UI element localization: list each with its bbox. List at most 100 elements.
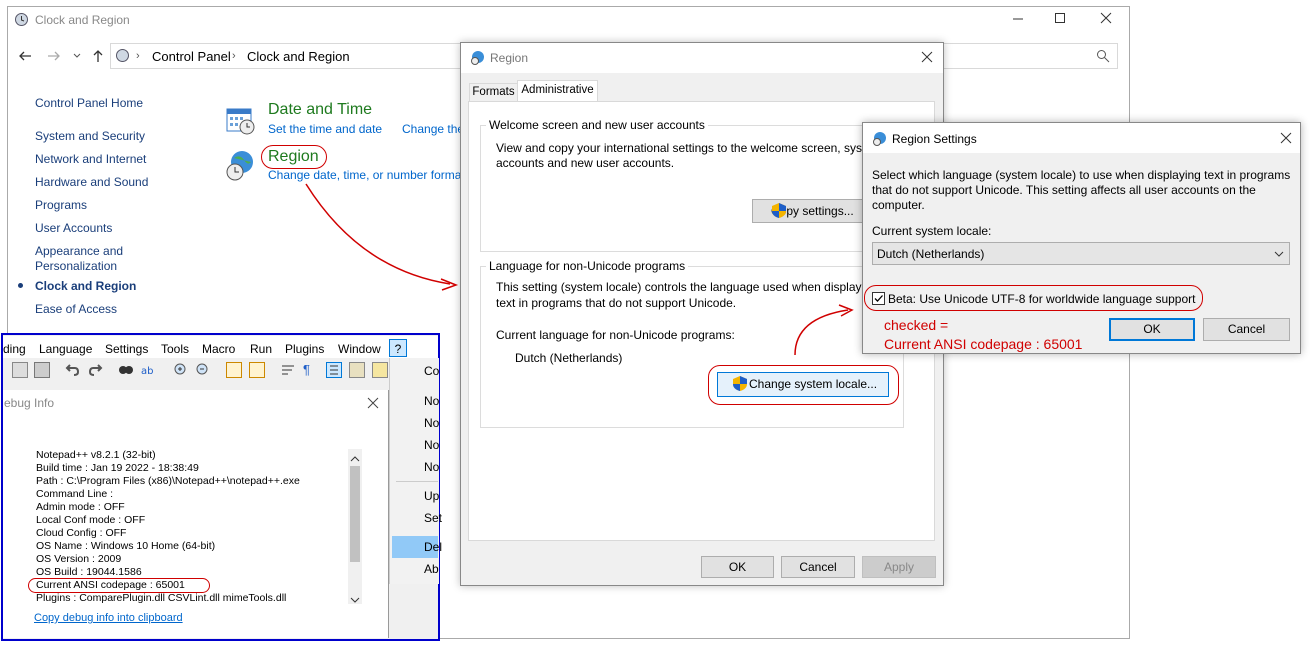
change-the-link[interactable]: Change the [402,122,464,136]
paste-icon[interactable] [34,362,50,378]
sidebar-active-bullet-icon [18,283,23,288]
breadcrumb-control-panel[interactable]: Control Panel [152,49,231,64]
breadcrumb-separator-icon: › [136,50,140,62]
control-panel-icon [14,12,29,27]
menu-macro[interactable]: Macro [202,342,235,356]
show-all-chars-icon[interactable]: ¶ [303,362,319,378]
svg-text:ab: ab [141,366,153,377]
calendar-clock-icon [224,104,256,139]
uac-shield-icon [772,203,786,221]
region-settings-close-icon[interactable] [1280,132,1292,147]
region-apply-button[interactable]: Apply [862,556,936,578]
scroll-thumb[interactable] [350,466,360,562]
copy-debug-info-link[interactable]: Copy debug info into clipboard [34,612,183,624]
tab-formats[interactable]: Formats [469,83,518,103]
word-wrap-icon[interactable] [280,362,296,378]
annotation-checked-text: checked = [884,317,949,333]
debug-line: Notepad++ v8.2.1 (32-bit) [36,449,156,461]
function-list-icon[interactable] [372,362,388,378]
indent-guide-icon[interactable] [326,362,342,378]
help-menu-item-4[interactable]: No [424,438,439,452]
copy-icon[interactable] [12,362,28,378]
window-title: Clock and Region [35,13,130,27]
help-menu-item-5[interactable]: No [424,460,439,474]
globe-clock-icon [224,148,258,185]
recent-chevron-icon[interactable] [72,50,82,64]
debug-line: OS Name : Windows 10 Home (64-bit) [36,540,216,552]
region-settings-ok-button[interactable]: OK [1109,318,1195,341]
debug-line: Plugins : ComparePlugin.dll CSVLint.dll … [36,592,287,604]
menu-help[interactable]: ? [389,339,407,357]
sync-h-icon[interactable] [249,362,265,378]
nonunicode-legend: Language for non-Unicode programs [486,259,689,273]
sidebar-item-clock-and-region[interactable]: Clock and Region [35,279,136,293]
help-menu-item-debug-info[interactable]: Del [424,540,442,554]
menu-tools[interactable]: Tools [161,342,189,356]
sidebar-item-appearance[interactable]: Appearance and Personalization [35,244,135,274]
region-titlebar [461,43,943,73]
current-language-value: Dutch (Netherlands) [515,351,623,365]
sidebar-item-system-and-security[interactable]: System and Security [35,129,145,143]
scroll-up-icon[interactable] [350,452,360,466]
doc-map-icon[interactable] [349,362,365,378]
region-settings-title: Region Settings [892,132,977,146]
help-menu-item-2[interactable]: No [424,394,439,408]
help-menu-item-7[interactable]: Set [424,511,442,525]
debug-line: Admin mode : OFF [36,501,125,513]
minimize-button[interactable] [1010,10,1026,26]
zoom-in-icon[interactable] [173,362,189,378]
region-settings-desc-3: computer. [872,198,925,212]
nonunicode-text-1: This setting (system locale) controls th… [496,280,871,294]
debug-line: OS Version : 2009 [36,553,122,565]
maximize-button[interactable] [1052,10,1068,26]
scroll-down-icon[interactable] [350,593,360,607]
locale-select[interactable]: Dutch (Netherlands) [872,242,1290,265]
debug-close-icon[interactable] [367,397,379,412]
sidebar-item-programs[interactable]: Programs [35,198,87,212]
region-ok-button[interactable]: OK [701,556,774,578]
zoom-out-icon[interactable] [195,362,211,378]
codepage-annotation-circle [28,578,210,593]
region-settings-desc-2: that do not support Unicode. This settin… [872,183,1256,197]
help-menu-item-1[interactable]: Co [424,364,439,378]
sidebar-control-panel-home[interactable]: Control Panel Home [35,96,143,110]
region-cancel-button[interactable]: Cancel [781,556,855,578]
tab-administrative[interactable]: Administrative [517,80,598,103]
sidebar-item-hardware-and-sound[interactable]: Hardware and Sound [35,175,148,189]
redo-icon[interactable] [88,362,104,378]
sync-v-icon[interactable] [226,362,242,378]
copy-settings-button[interactable]: Copy settings... [752,199,864,223]
menu-language[interactable]: Language [39,342,92,356]
date-and-time-heading[interactable]: Date and Time [268,101,372,119]
close-button[interactable] [1098,10,1114,26]
replace-icon[interactable]: ab [141,362,157,378]
chevron-down-icon [1274,248,1284,262]
debug-line: Command Line : [36,488,114,500]
welcome-legend: Welcome screen and new user accounts [486,118,708,132]
help-menu-item-6[interactable]: Up [424,489,439,503]
sidebar-item-user-accounts[interactable]: User Accounts [35,221,112,235]
menu-encoding[interactable]: ding [3,342,26,356]
region-settings-cancel-button[interactable]: Cancel [1203,318,1290,341]
menu-plugins[interactable]: Plugins [285,342,324,356]
region-close-icon[interactable] [921,51,933,66]
menu-settings[interactable]: Settings [105,342,148,356]
menu-run[interactable]: Run [250,342,272,356]
help-menu-item-about[interactable]: Ab [424,562,439,576]
sidebar-item-ease-of-access[interactable]: Ease of Access [35,302,117,316]
sidebar-item-network-and-internet[interactable]: Network and Internet [35,152,146,166]
welcome-text-1: View and copy your international setting… [496,141,866,155]
change-date-link[interactable]: Change date, time, or number forma [268,168,461,182]
region-settings-desc-1: Select which language (system locale) to… [872,168,1291,182]
back-arrow-icon[interactable] [17,48,33,67]
forward-arrow-icon[interactable] [46,48,62,67]
help-menu-separator [396,481,438,482]
help-menu-item-3[interactable]: No [424,416,439,430]
undo-icon[interactable] [64,362,80,378]
search-icon[interactable] [1096,49,1110,66]
set-time-link[interactable]: Set the time and date [268,122,382,136]
find-icon[interactable] [118,362,134,378]
menu-window[interactable]: Window [338,342,381,356]
up-arrow-icon[interactable] [90,48,106,67]
breadcrumb-clock-and-region[interactable]: Clock and Region [247,49,350,64]
